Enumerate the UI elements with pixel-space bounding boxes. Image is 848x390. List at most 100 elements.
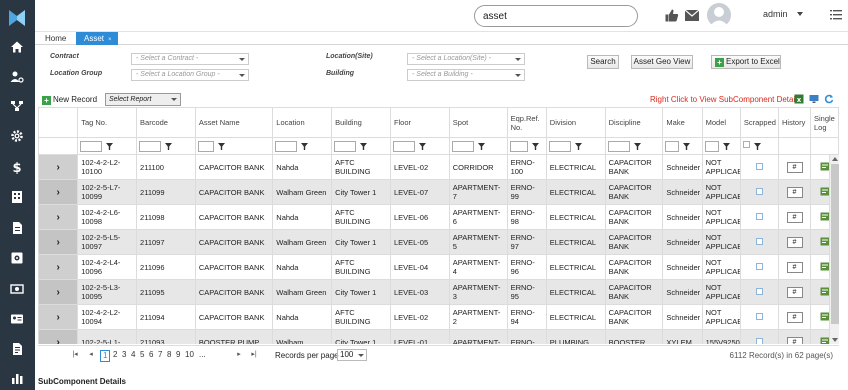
page-link[interactable]: 4 [131,350,135,360]
hierarchy-icon[interactable] [10,99,24,113]
monitor-icon[interactable] [809,94,819,104]
page-link[interactable]: 2 [113,350,117,360]
location-group-select[interactable]: - Select a Location Group - [131,69,249,81]
filter-icon[interactable] [721,141,732,152]
column-header[interactable]: Discipline [604,107,664,138]
refresh-icon[interactable] [824,94,834,104]
page-link[interactable]: ... [199,350,206,360]
scrapped-checkbox[interactable] [755,162,763,170]
avatar[interactable] [707,3,731,27]
search-button[interactable]: Search [587,55,619,69]
expand-row-icon[interactable]: › [38,329,79,344]
column-header[interactable]: Eqp.Ref. No. [506,107,547,138]
expand-row-icon[interactable]: › [38,179,79,205]
single-log-icon[interactable] [820,337,830,344]
global-search-input[interactable] [474,5,638,27]
filter-icon[interactable] [681,141,692,152]
export-excel-button[interactable]: + Export to Excel [711,55,781,69]
filter-icon[interactable] [299,141,310,152]
mail-icon[interactable] [684,9,700,21]
filter-icon[interactable] [417,141,428,152]
expand-row-icon[interactable]: › [38,304,79,330]
expand-row-icon[interactable]: › [38,254,79,280]
column-header[interactable]: Scrapped [739,107,780,138]
page-link[interactable]: 5 [140,350,144,360]
filter-icon[interactable] [163,141,174,152]
table-row[interactable]: › 102-2-5-L3-10095 211095 CAPACITOR BANK Wal… [38,279,839,305]
scrapped-checkbox[interactable] [755,287,763,295]
asset-geo-view-button[interactable]: Asset Geo View [631,55,693,69]
users-settings-icon[interactable] [10,70,24,84]
page-link[interactable]: 6 [149,350,153,360]
single-log-icon[interactable] [820,287,830,296]
filter-input[interactable] [607,140,630,152]
filter-input[interactable] [139,140,162,152]
expand-row-icon[interactable]: › [38,204,79,230]
page-link[interactable]: 1 [100,350,111,362]
table-row[interactable]: › 102-4-2-L2-10094 211094 CAPACITOR BANK Nah… [38,304,839,330]
filter-input[interactable] [275,140,298,152]
filter-icon[interactable] [476,141,487,152]
filter-input[interactable] [509,140,528,152]
scrapped-checkbox[interactable] [755,337,763,344]
app-logo[interactable] [7,8,27,28]
scrapped-checkbox[interactable] [755,262,763,270]
scrapped-checkbox[interactable] [755,237,763,245]
building-select[interactable]: - Select a Building - [407,69,525,81]
filter-icon[interactable] [216,141,227,152]
page-link[interactable]: 3 [122,350,126,360]
dollar-icon[interactable]: $ [10,160,24,174]
location-site-select[interactable]: - Select a Location(Site) - [407,53,525,65]
expand-row-icon[interactable]: › [38,279,79,305]
page-link[interactable]: 10 [185,350,194,360]
filter-input[interactable] [548,140,571,152]
report-icon[interactable] [10,342,24,356]
page-link[interactable]: 7 [158,350,162,360]
filter-input[interactable] [334,140,357,152]
table-row[interactable]: › 102-4-2-L6-10098 211098 CAPACITOR BANK Nah… [38,204,839,230]
tab-home[interactable]: Home [37,32,74,45]
filter-icon[interactable] [358,141,369,152]
page-link[interactable]: 8 [167,350,171,360]
column-header[interactable]: Spot [448,107,508,138]
thumbs-up-icon[interactable] [665,9,679,22]
column-header[interactable]: History [778,107,811,138]
last-page-icon[interactable]: ▸| [249,350,259,360]
tab-asset[interactable]: Asset × [76,32,118,45]
home-icon[interactable] [10,40,24,54]
contract-select[interactable]: - Select a Contract - [131,53,249,65]
filter-input[interactable] [392,140,415,152]
scrollbar-thumb[interactable] [831,164,839,324]
user-name[interactable]: admin [763,9,788,19]
column-header[interactable]: Location [272,107,333,138]
single-log-icon[interactable] [820,312,830,321]
column-header[interactable]: Division [545,107,606,138]
single-log-icon[interactable] [820,212,830,221]
single-log-icon[interactable] [820,187,830,196]
filter-input[interactable] [197,140,214,152]
page-link[interactable]: 9 [176,350,180,360]
filter-icon[interactable] [530,141,541,152]
excel-export-icon[interactable]: x [794,94,804,104]
history-button[interactable]: # [786,161,803,173]
single-log-icon[interactable] [820,262,830,271]
column-header[interactable]: Make [662,107,703,138]
close-icon[interactable]: × [108,37,112,43]
scroll-up-icon[interactable] [832,157,838,161]
history-button[interactable]: # [786,261,803,273]
table-row[interactable]: › 102-4-2-L2-10100 211100 CAPACITOR BANK Nah… [38,154,839,180]
column-header[interactable]: Single Log [810,107,839,138]
history-button[interactable]: # [786,236,803,248]
first-page-icon[interactable]: |◂ [70,350,80,360]
table-row[interactable]: › 102-4-2-L4-10096 211096 CAPACITOR BANK Nah… [38,254,839,280]
history-button[interactable]: # [786,286,803,298]
history-button[interactable]: # [786,336,803,344]
cash-icon[interactable] [10,282,24,296]
document-icon[interactable] [10,221,24,235]
menu-list-icon[interactable] [830,9,842,20]
scrapped-checkbox[interactable] [755,212,763,220]
filter-input[interactable] [665,140,680,152]
filter-icon[interactable] [632,141,643,152]
filter-icon[interactable] [573,141,584,152]
next-page-icon[interactable]: ▸ [234,350,244,360]
